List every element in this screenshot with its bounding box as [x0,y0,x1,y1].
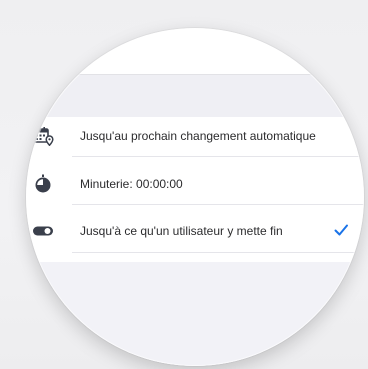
option-row-until-user-ends[interactable]: Jusqu'à ce qu'un utilisateur y mette fin [26,211,364,251]
row-divider [72,252,364,253]
list-footer-area [26,262,364,366]
timer-icon [32,174,54,194]
option-label: Jusqu'au prochain changement automatique [80,129,316,143]
section-header [26,74,364,117]
option-label: Minuterie: 00:00:00 [80,177,183,191]
calendar-location-icon [32,126,54,146]
row-divider [72,204,364,205]
lens-content: Jusqu'au prochain changement automatique… [26,28,364,366]
toggle-icon [32,221,54,241]
row-divider [72,156,364,157]
magnifier-lens: Jusqu'au prochain changement automatique… [26,28,364,366]
option-row-timer[interactable]: Minuterie: 00:00:00 [26,164,364,204]
option-label: Jusqu'à ce qu'un utilisateur y mette fin [80,224,283,238]
checkmark-icon [333,222,349,238]
option-row-next-automatic-change[interactable]: Jusqu'au prochain changement automatique [26,116,364,156]
